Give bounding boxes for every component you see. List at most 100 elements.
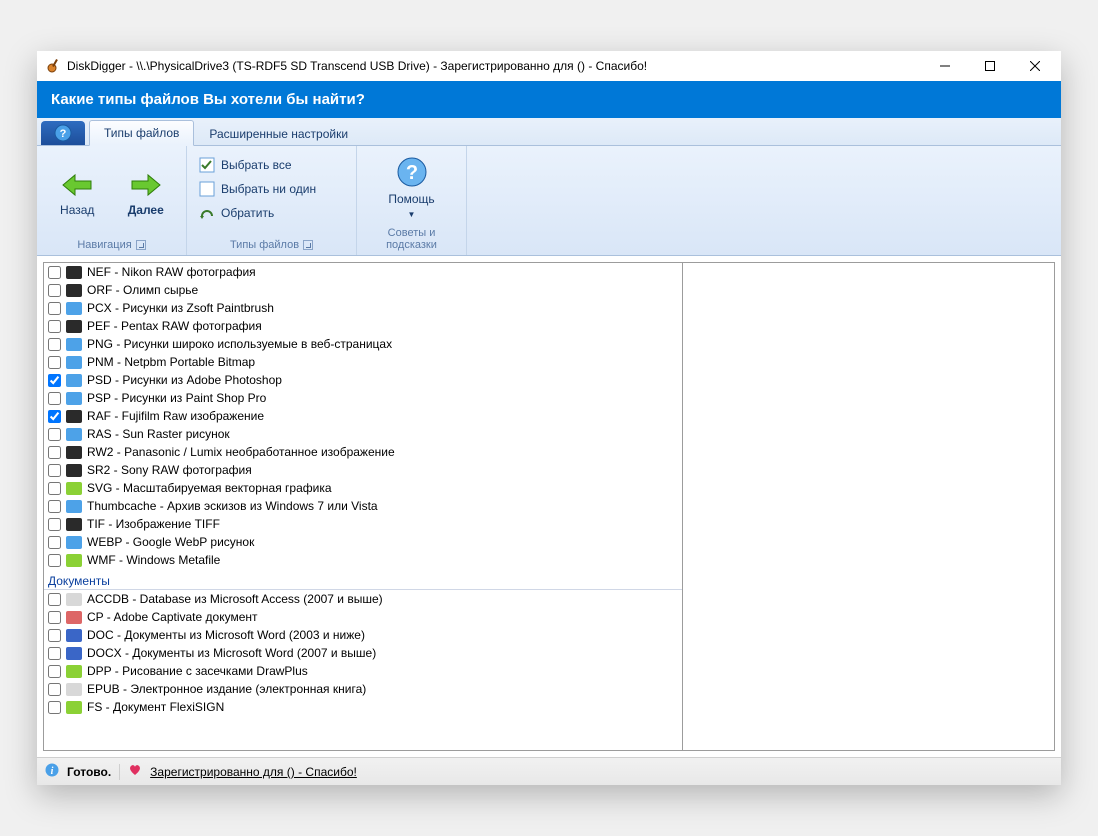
filetype-label: WMF - Windows Metafile bbox=[87, 552, 220, 568]
filetype-checkbox[interactable] bbox=[48, 446, 61, 459]
filetype-icon bbox=[66, 284, 82, 297]
filetype-row[interactable]: PNM - Netpbm Portable Bitmap bbox=[44, 353, 682, 371]
filetype-checkbox[interactable] bbox=[48, 410, 61, 423]
filetype-checkbox[interactable] bbox=[48, 374, 61, 387]
next-button[interactable]: Далее bbox=[116, 165, 176, 223]
status-ready: Готово. bbox=[67, 765, 111, 779]
filetype-checkbox[interactable] bbox=[48, 629, 61, 642]
filetype-checkbox[interactable] bbox=[48, 611, 61, 624]
select-all-button[interactable]: Выбрать все bbox=[193, 154, 298, 176]
filetype-checkbox[interactable] bbox=[48, 701, 61, 714]
dialog-launcher-icon[interactable] bbox=[303, 240, 313, 250]
filetype-icon bbox=[66, 500, 82, 513]
filetype-label: TIF - Изображение TIFF bbox=[87, 516, 220, 532]
select-none-button[interactable]: Выбрать ни один bbox=[193, 178, 322, 200]
filetype-checkbox[interactable] bbox=[48, 392, 61, 405]
filetype-checkbox[interactable] bbox=[48, 356, 61, 369]
filetype-checkbox[interactable] bbox=[48, 536, 61, 549]
tab-file-types[interactable]: Типы файлов bbox=[89, 120, 194, 146]
status-separator bbox=[119, 764, 120, 780]
status-bar: i Готово. Зарегистрированно для () - Спа… bbox=[37, 757, 1061, 785]
filetype-row[interactable]: ACCDB - Database из Microsoft Access (20… bbox=[44, 590, 682, 608]
filetype-row[interactable]: RAS - Sun Raster рисунок bbox=[44, 425, 682, 443]
minimize-button[interactable] bbox=[922, 51, 967, 81]
filetype-checkbox[interactable] bbox=[48, 683, 61, 696]
filetype-label: PEF - Pentax RAW фотография bbox=[87, 318, 262, 334]
back-label: Назад bbox=[60, 203, 94, 217]
next-label: Далее bbox=[128, 203, 164, 217]
file-types-list[interactable]: NEF - Nikon RAW фотографияORF - Олимп сы… bbox=[43, 262, 683, 751]
filetype-icon bbox=[66, 392, 82, 405]
filetype-row[interactable]: PNG - Рисунки широко используемые в веб-… bbox=[44, 335, 682, 353]
filetype-icon bbox=[66, 410, 82, 423]
preview-pane bbox=[683, 262, 1055, 751]
filetype-icon bbox=[66, 701, 82, 714]
filetype-checkbox[interactable] bbox=[48, 593, 61, 606]
filetype-checkbox[interactable] bbox=[48, 428, 61, 441]
window-title: DiskDigger - \\.\PhysicalDrive3 (TS-RDF5… bbox=[67, 59, 922, 73]
select-all-icon bbox=[199, 157, 215, 173]
filetype-checkbox[interactable] bbox=[48, 482, 61, 495]
filetype-row[interactable]: WEBP - Google WebP рисунок bbox=[44, 533, 682, 551]
filetype-row[interactable]: PSP - Рисунки из Paint Shop Pro bbox=[44, 389, 682, 407]
filetype-row[interactable]: NEF - Nikon RAW фотография bbox=[44, 263, 682, 281]
filetype-row[interactable]: RW2 - Panasonic / Lumix необработанное и… bbox=[44, 443, 682, 461]
filetype-icon bbox=[66, 338, 82, 351]
filetype-row[interactable]: PSD - Рисунки из Adobe Photoshop bbox=[44, 371, 682, 389]
invert-selection-button[interactable]: Обратить bbox=[193, 202, 280, 224]
filetype-checkbox[interactable] bbox=[48, 500, 61, 513]
filetype-row[interactable]: FS - Документ FlexiSIGN bbox=[44, 698, 682, 716]
filetype-checkbox[interactable] bbox=[48, 284, 61, 297]
dialog-launcher-icon[interactable] bbox=[136, 240, 146, 250]
filetype-icon bbox=[66, 446, 82, 459]
help-orb[interactable]: ? bbox=[41, 121, 85, 145]
filetype-label: FS - Документ FlexiSIGN bbox=[87, 699, 224, 715]
close-button[interactable] bbox=[1012, 51, 1057, 81]
back-button[interactable]: Назад bbox=[47, 165, 107, 223]
filetype-checkbox[interactable] bbox=[48, 518, 61, 531]
filetype-row[interactable]: Thumbcache - Архив эскизов из Windows 7 … bbox=[44, 497, 682, 515]
filetype-checkbox[interactable] bbox=[48, 302, 61, 315]
filetype-row[interactable]: RAF - Fujifilm Raw изображение bbox=[44, 407, 682, 425]
filetype-row[interactable]: DPP - Рисование с засечками DrawPlus bbox=[44, 662, 682, 680]
group-help-label: Советы и подсказки bbox=[363, 227, 460, 251]
filetype-row[interactable]: CP - Adobe Captivate документ bbox=[44, 608, 682, 626]
filetype-row[interactable]: PCX - Рисунки из Zsoft Paintbrush bbox=[44, 299, 682, 317]
filetype-row[interactable]: SR2 - Sony RAW фотография bbox=[44, 461, 682, 479]
filetype-row[interactable]: SVG - Масштабируемая векторная графика bbox=[44, 479, 682, 497]
filetype-checkbox[interactable] bbox=[48, 464, 61, 477]
content-area: NEF - Nikon RAW фотографияORF - Олимп сы… bbox=[37, 256, 1061, 757]
help-button[interactable]: ? Помощь ▼ bbox=[382, 150, 442, 225]
filetype-row[interactable]: DOCX - Документы из Microsoft Word (2007… bbox=[44, 644, 682, 662]
filetype-checkbox[interactable] bbox=[48, 647, 61, 660]
filetype-label: Thumbcache - Архив эскизов из Windows 7 … bbox=[87, 498, 378, 514]
filetype-row[interactable]: DOC - Документы из Microsoft Word (2003 … bbox=[44, 626, 682, 644]
filetype-row[interactable]: ORF - Олимп сырье bbox=[44, 281, 682, 299]
filetype-row[interactable]: TIF - Изображение TIFF bbox=[44, 515, 682, 533]
filetype-icon bbox=[66, 356, 82, 369]
maximize-button[interactable] bbox=[967, 51, 1012, 81]
filetype-checkbox[interactable] bbox=[48, 554, 61, 567]
filetype-label: PCX - Рисунки из Zsoft Paintbrush bbox=[87, 300, 274, 316]
filetype-checkbox[interactable] bbox=[48, 338, 61, 351]
info-icon: i bbox=[45, 763, 59, 780]
svg-text:i: i bbox=[51, 766, 54, 777]
filetype-checkbox[interactable] bbox=[48, 665, 61, 678]
filetype-icon bbox=[66, 536, 82, 549]
filetype-icon bbox=[66, 647, 82, 660]
filetype-icon bbox=[66, 593, 82, 606]
filetype-label: DPP - Рисование с засечками DrawPlus bbox=[87, 663, 308, 679]
filetype-label: RAF - Fujifilm Raw изображение bbox=[87, 408, 264, 424]
filetype-checkbox[interactable] bbox=[48, 266, 61, 279]
filetype-checkbox[interactable] bbox=[48, 320, 61, 333]
filetype-row[interactable]: WMF - Windows Metafile bbox=[44, 551, 682, 569]
filetype-label: SVG - Масштабируемая векторная графика bbox=[87, 480, 332, 496]
registration-link[interactable]: Зарегистрированно для () - Спасибо! bbox=[150, 765, 357, 779]
filetype-row[interactable]: PEF - Pentax RAW фотография bbox=[44, 317, 682, 335]
filetype-row[interactable]: EPUB - Электронное издание (электронная … bbox=[44, 680, 682, 698]
tab-advanced[interactable]: Расширенные настройки bbox=[194, 121, 363, 146]
ribbon-tabstrip: ? Типы файлов Расширенные настройки bbox=[37, 118, 1061, 146]
select-none-label: Выбрать ни один bbox=[221, 182, 316, 196]
filetype-icon bbox=[66, 554, 82, 567]
filetype-label: PSP - Рисунки из Paint Shop Pro bbox=[87, 390, 266, 406]
